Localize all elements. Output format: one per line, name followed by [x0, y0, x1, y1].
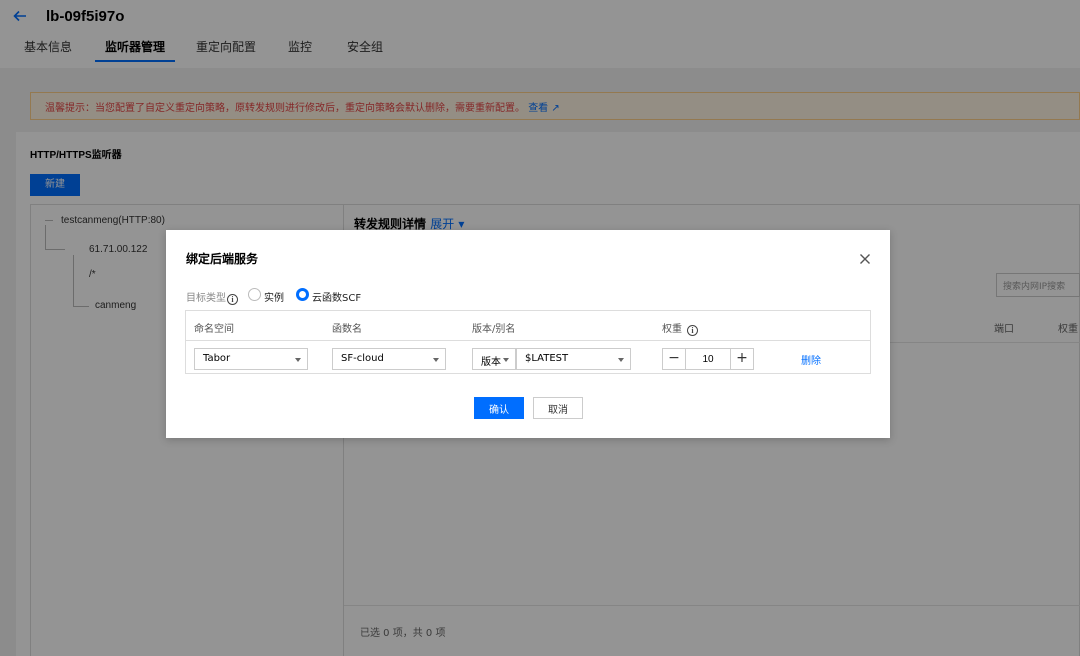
target-type-label: 目标类型 i	[186, 289, 238, 305]
weight-input[interactable]	[686, 349, 730, 369]
radio-instance-label: 实例	[264, 293, 284, 304]
caret-down-icon	[295, 358, 301, 362]
radio-checked-icon[interactable]	[296, 288, 309, 301]
function-select[interactable]: SF-cloud	[332, 348, 446, 370]
info-icon[interactable]: i	[227, 294, 238, 305]
radio-unchecked-icon[interactable]	[248, 288, 261, 301]
delete-link[interactable]: 删除	[801, 352, 821, 367]
version-select[interactable]: $LATEST	[516, 348, 631, 370]
plus-icon[interactable]: +	[730, 349, 753, 369]
info-icon[interactable]: i	[687, 325, 698, 336]
weight-stepper: − +	[662, 348, 754, 370]
table-header: 命名空间 函数名 版本/别名 权重 i	[186, 311, 870, 341]
radio-scf-label: 云函数SCF	[312, 293, 362, 304]
caret-down-icon	[503, 358, 509, 362]
header-weight: 权重 i	[662, 320, 698, 336]
namespace-select[interactable]: Tabor	[194, 348, 308, 370]
header-version: 版本/别名	[472, 324, 516, 335]
modal-title: 绑定后端服务	[186, 252, 259, 266]
minus-icon[interactable]: −	[663, 349, 686, 369]
header-namespace: 命名空间	[194, 324, 234, 335]
close-icon[interactable]	[858, 252, 872, 266]
bind-backend-modal: 绑定后端服务 目标类型 i 实例 云函数SCF 命名空间 函数名 版本/别名 权重…	[166, 230, 890, 438]
confirm-button[interactable]: 确认	[474, 397, 524, 419]
cancel-button[interactable]: 取消	[533, 397, 583, 419]
caret-down-icon	[618, 358, 624, 362]
header-function: 函数名	[332, 324, 362, 335]
version-type-select[interactable]: 版本	[472, 348, 516, 370]
caret-down-icon	[433, 358, 439, 362]
function-table: 命名空间 函数名 版本/别名 权重 i Tabor SF-cloud 版本 $LA…	[185, 310, 871, 374]
